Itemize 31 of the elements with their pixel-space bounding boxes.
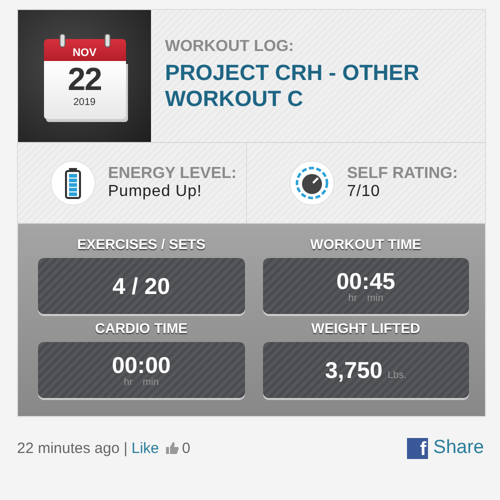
calendar-year: 2019 — [73, 96, 96, 108]
separator: | — [124, 440, 128, 456]
calendar-day: 22 — [68, 60, 102, 96]
facebook-icon[interactable]: f — [407, 438, 428, 458]
workout-title: PROJECT CRH - OTHER WORKOUT C — [165, 60, 420, 112]
info-label: ENERGY LEVEL: — [108, 165, 237, 183]
stat-label: WEIGHT LIFTED — [311, 320, 420, 336]
stat-value: 00:00 — [112, 352, 171, 378]
timestamp: 22 minutes ago — [17, 440, 120, 456]
log-kicker: WORKOUT LOG: — [165, 38, 295, 56]
unit-label: hr — [348, 293, 358, 304]
stat-value: 3,750 — [325, 356, 383, 384]
stat-label: CARDIO TIME — [94, 320, 188, 336]
stat-label: EXERCISES / SETS — [77, 236, 206, 252]
battery-icon — [50, 160, 96, 206]
unit-label: min — [367, 293, 384, 304]
unit-label: hr — [124, 377, 133, 388]
info-value: Pumped Up! — [108, 183, 203, 201]
unit-label: min — [142, 377, 159, 388]
stat-value: 00:45 — [336, 268, 396, 294]
info-value: 7/10 — [347, 183, 382, 201]
like-link[interactable]: Like — [131, 440, 160, 456]
unit-label: Lbs. — [388, 370, 406, 380]
share-link[interactable]: Share — [433, 437, 484, 459]
dial-icon — [289, 160, 335, 206]
calendar-month: NOV — [72, 46, 96, 58]
stat-label: WORKOUT TIME — [310, 236, 422, 252]
like-count: 0 — [182, 440, 190, 456]
thumbs-up-icon — [165, 441, 180, 455]
stat-value: 4 / 20 — [112, 272, 170, 300]
info-label: SELF RATING: — [347, 165, 458, 183]
